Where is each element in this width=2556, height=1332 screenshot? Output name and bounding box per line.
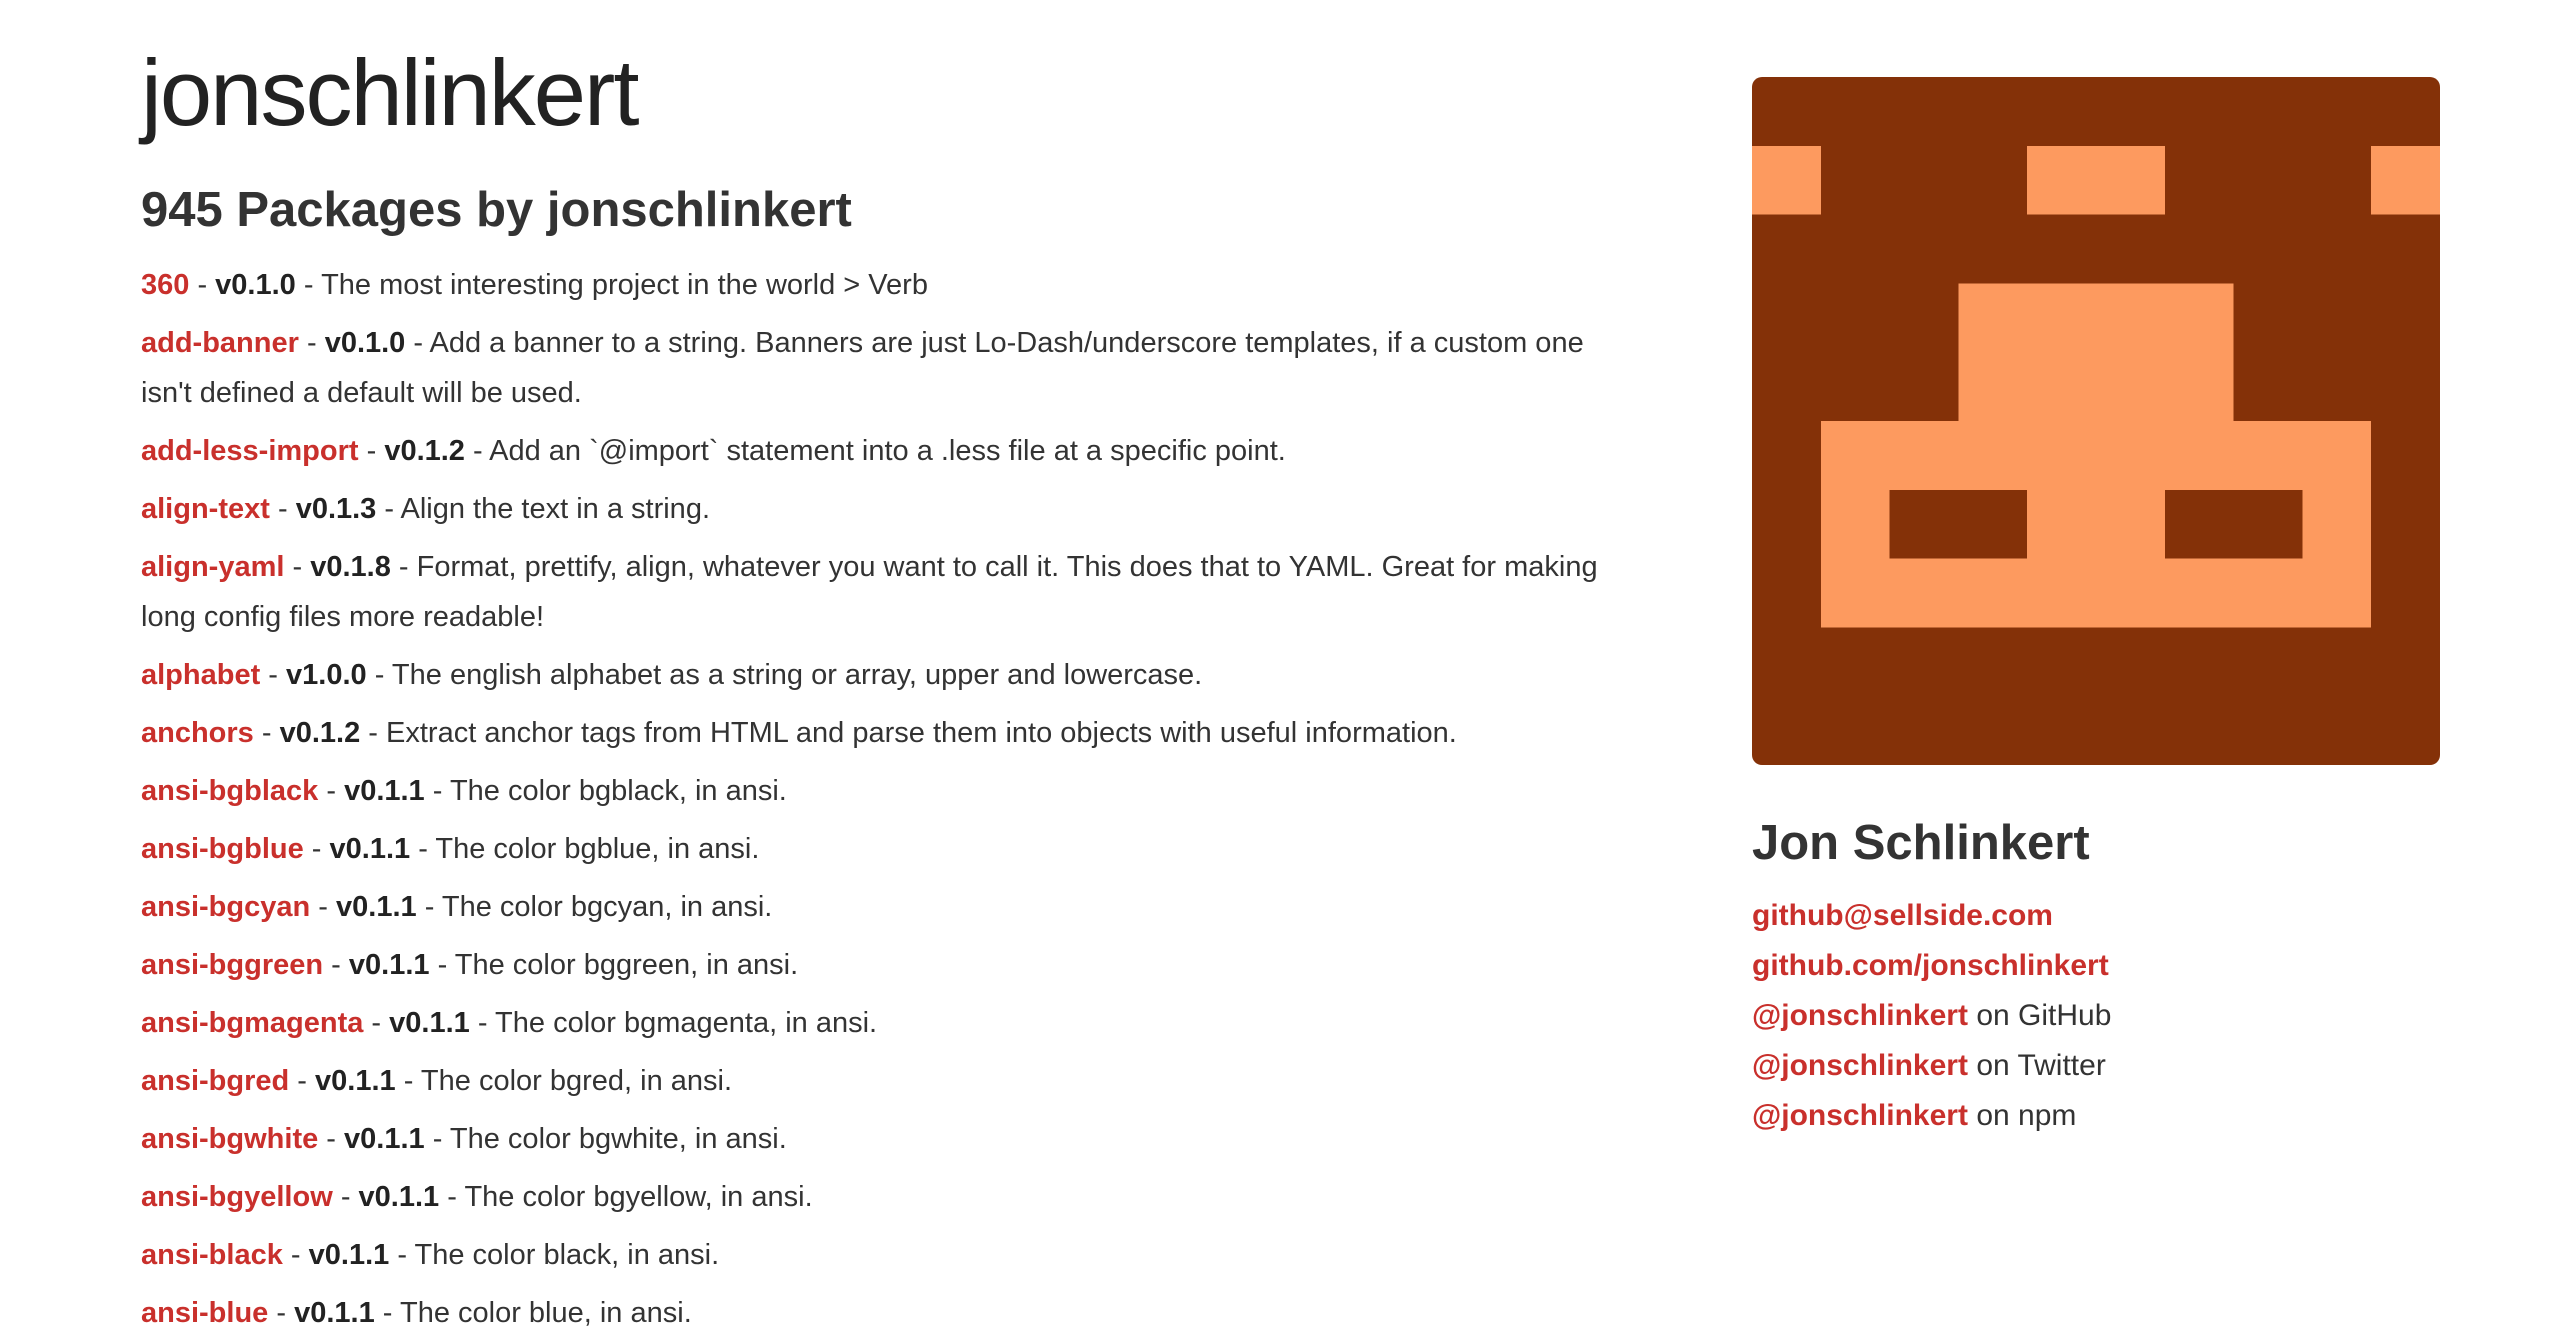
package-link[interactable]: ansi-bgcyan (141, 891, 310, 923)
package-version: v0.1.1 (308, 1238, 390, 1271)
package-version: v0.1.1 (348, 948, 430, 981)
package-link[interactable]: alphabet (141, 659, 260, 691)
package-version: v0.1.8 (310, 550, 391, 583)
package-item: add-less-import - v0.1.2 - Add an `@impo… (141, 434, 1286, 467)
packages-heading: 945 Packages by jonschlinkert (141, 183, 852, 237)
package-item: ansi-bgwhite - v0.1.1 - The color bgwhit… (141, 1122, 787, 1155)
package-version: v0.1.1 (294, 1296, 375, 1329)
package-description: The color bgblack, in ansi. (449, 774, 787, 807)
package-link[interactable]: ansi-bggreen (141, 949, 323, 981)
github-profile-link[interactable]: github.com/jonschlinkert (1752, 949, 2109, 982)
email-link[interactable]: github@sellside.com (1752, 899, 2053, 932)
package-description: Extract anchor tags from HTML and parse … (386, 716, 1457, 749)
package-version: v0.1.1 (358, 1180, 440, 1213)
package-item: ansi-bgblack - v0.1.1 - The color bgblac… (141, 774, 787, 807)
package-item: ansi-bgcyan - v0.1.1 - The color bgcyan,… (141, 890, 773, 923)
package-item: ansi-black - v0.1.1 - The color black, i… (141, 1238, 720, 1271)
package-item: 360 - v0.1.0 - The most interesting proj… (141, 268, 928, 301)
package-item: align-yaml - v0.1.8 - Format, prettify, … (141, 550, 1598, 633)
package-version: v0.1.0 (215, 268, 296, 301)
github-handle-link[interactable]: @jonschlinkert (1752, 999, 1968, 1032)
package-description: The color bgcyan, in ansi. (441, 890, 773, 923)
package-item: ansi-bgmagenta - v0.1.1 - The color bgma… (141, 1006, 878, 1039)
package-description: The most interesting project in the worl… (321, 268, 928, 301)
profile-links: github@sellside.com github.com/jonschlin… (1752, 891, 2440, 1141)
profile-social-item: @jonschlinkert on Twitter (1752, 1041, 2440, 1091)
package-link[interactable]: anchors (141, 717, 254, 749)
profile-sidebar: Jon Schlinkert github@sellside.com githu… (1752, 77, 2440, 1141)
package-description: The color bgred, in ansi. (420, 1064, 733, 1097)
social-suffix: on Twitter (1976, 1049, 2106, 1082)
package-item: ansi-bggreen - v0.1.1 - The color bggree… (141, 948, 799, 981)
package-description: The color bggreen, in ansi. (454, 948, 799, 981)
profile-email-item: github@sellside.com (1752, 891, 2440, 941)
avatar (1752, 77, 2440, 765)
package-description: The color bgblue, in ansi. (435, 832, 760, 865)
package-version: v0.1.0 (324, 326, 406, 359)
package-link[interactable]: ansi-blue (141, 1297, 268, 1329)
package-link[interactable]: add-banner (141, 327, 299, 359)
package-link[interactable]: align-text (141, 493, 270, 525)
package-description: The color bgwhite, in ansi. (449, 1122, 787, 1155)
package-description: The english alphabet as a string or arra… (391, 658, 1203, 691)
profile-name: Jon Schlinkert (1752, 816, 2090, 870)
package-link[interactable]: align-yaml (141, 551, 284, 583)
package-item: alphabet - v1.0.0 - The english alphabet… (141, 658, 1203, 691)
package-link[interactable]: ansi-bgwhite (141, 1123, 318, 1155)
main-content: jonschlinkert 945 Packages by jonschlink… (141, 30, 1641, 1332)
profile-github-item: github.com/jonschlinkert (1752, 941, 2440, 991)
package-version: v0.1.1 (329, 832, 411, 865)
package-item: ansi-blue - v0.1.1 - The color blue, in … (141, 1296, 692, 1329)
twitter-handle-link[interactable]: @jonschlinkert (1752, 1049, 1968, 1082)
package-description: The color bgyellow, in ansi. (464, 1180, 813, 1213)
package-description: The color bgmagenta, in ansi. (495, 1006, 878, 1039)
package-version: v0.1.2 (279, 716, 361, 749)
package-version: v0.1.2 (384, 434, 465, 467)
package-item: add-banner - v0.1.0 - Add a banner to a … (141, 326, 1584, 409)
package-link[interactable]: add-less-import (141, 435, 359, 467)
package-link[interactable]: ansi-bgblue (141, 833, 304, 865)
package-description: Align the text in a string. (400, 492, 711, 525)
package-description: Add an `@import` statement into a .less … (489, 434, 1286, 467)
package-version: v0.1.1 (315, 1064, 396, 1097)
package-version: v0.1.1 (344, 774, 425, 807)
package-link[interactable]: ansi-bgyellow (141, 1181, 333, 1213)
profile-social-item: @jonschlinkert on GitHub (1752, 991, 2440, 1041)
page: jonschlinkert 945 Packages by jonschlink… (0, 0, 2556, 1332)
social-suffix: on GitHub (1976, 999, 2112, 1032)
package-version: v0.1.1 (344, 1122, 425, 1155)
social-suffix: on npm (1976, 1099, 2077, 1132)
package-version: v0.1.3 (295, 492, 377, 525)
package-item: ansi-bgblue - v0.1.1 - The color bgblue,… (141, 832, 760, 865)
package-version: v1.0.0 (286, 658, 367, 691)
package-link[interactable]: 360 (141, 269, 189, 301)
page-title: jonschlinkert (141, 40, 639, 145)
package-version: v0.1.1 (389, 1006, 470, 1039)
package-item: anchors - v0.1.2 - Extract anchor tags f… (141, 716, 1457, 749)
package-item: align-text - v0.1.3 - Align the text in … (141, 492, 711, 525)
package-list: 360 - v0.1.0 - The most interesting proj… (141, 260, 1641, 1332)
package-item: ansi-bgred - v0.1.1 - The color bgred, i… (141, 1064, 733, 1097)
package-link[interactable]: ansi-bgblack (141, 775, 318, 807)
package-item: ansi-bgyellow - v0.1.1 - The color bgyel… (141, 1180, 813, 1213)
package-link[interactable]: ansi-bgmagenta (141, 1007, 363, 1039)
package-description: The color black, in ansi. (414, 1238, 720, 1271)
package-version: v0.1.1 (336, 890, 417, 923)
npm-handle-link[interactable]: @jonschlinkert (1752, 1099, 1968, 1132)
profile-social-item: @jonschlinkert on npm (1752, 1091, 2440, 1141)
package-link[interactable]: ansi-bgred (141, 1065, 289, 1097)
package-description: The color blue, in ansi. (399, 1296, 692, 1329)
package-link[interactable]: ansi-black (141, 1239, 283, 1271)
